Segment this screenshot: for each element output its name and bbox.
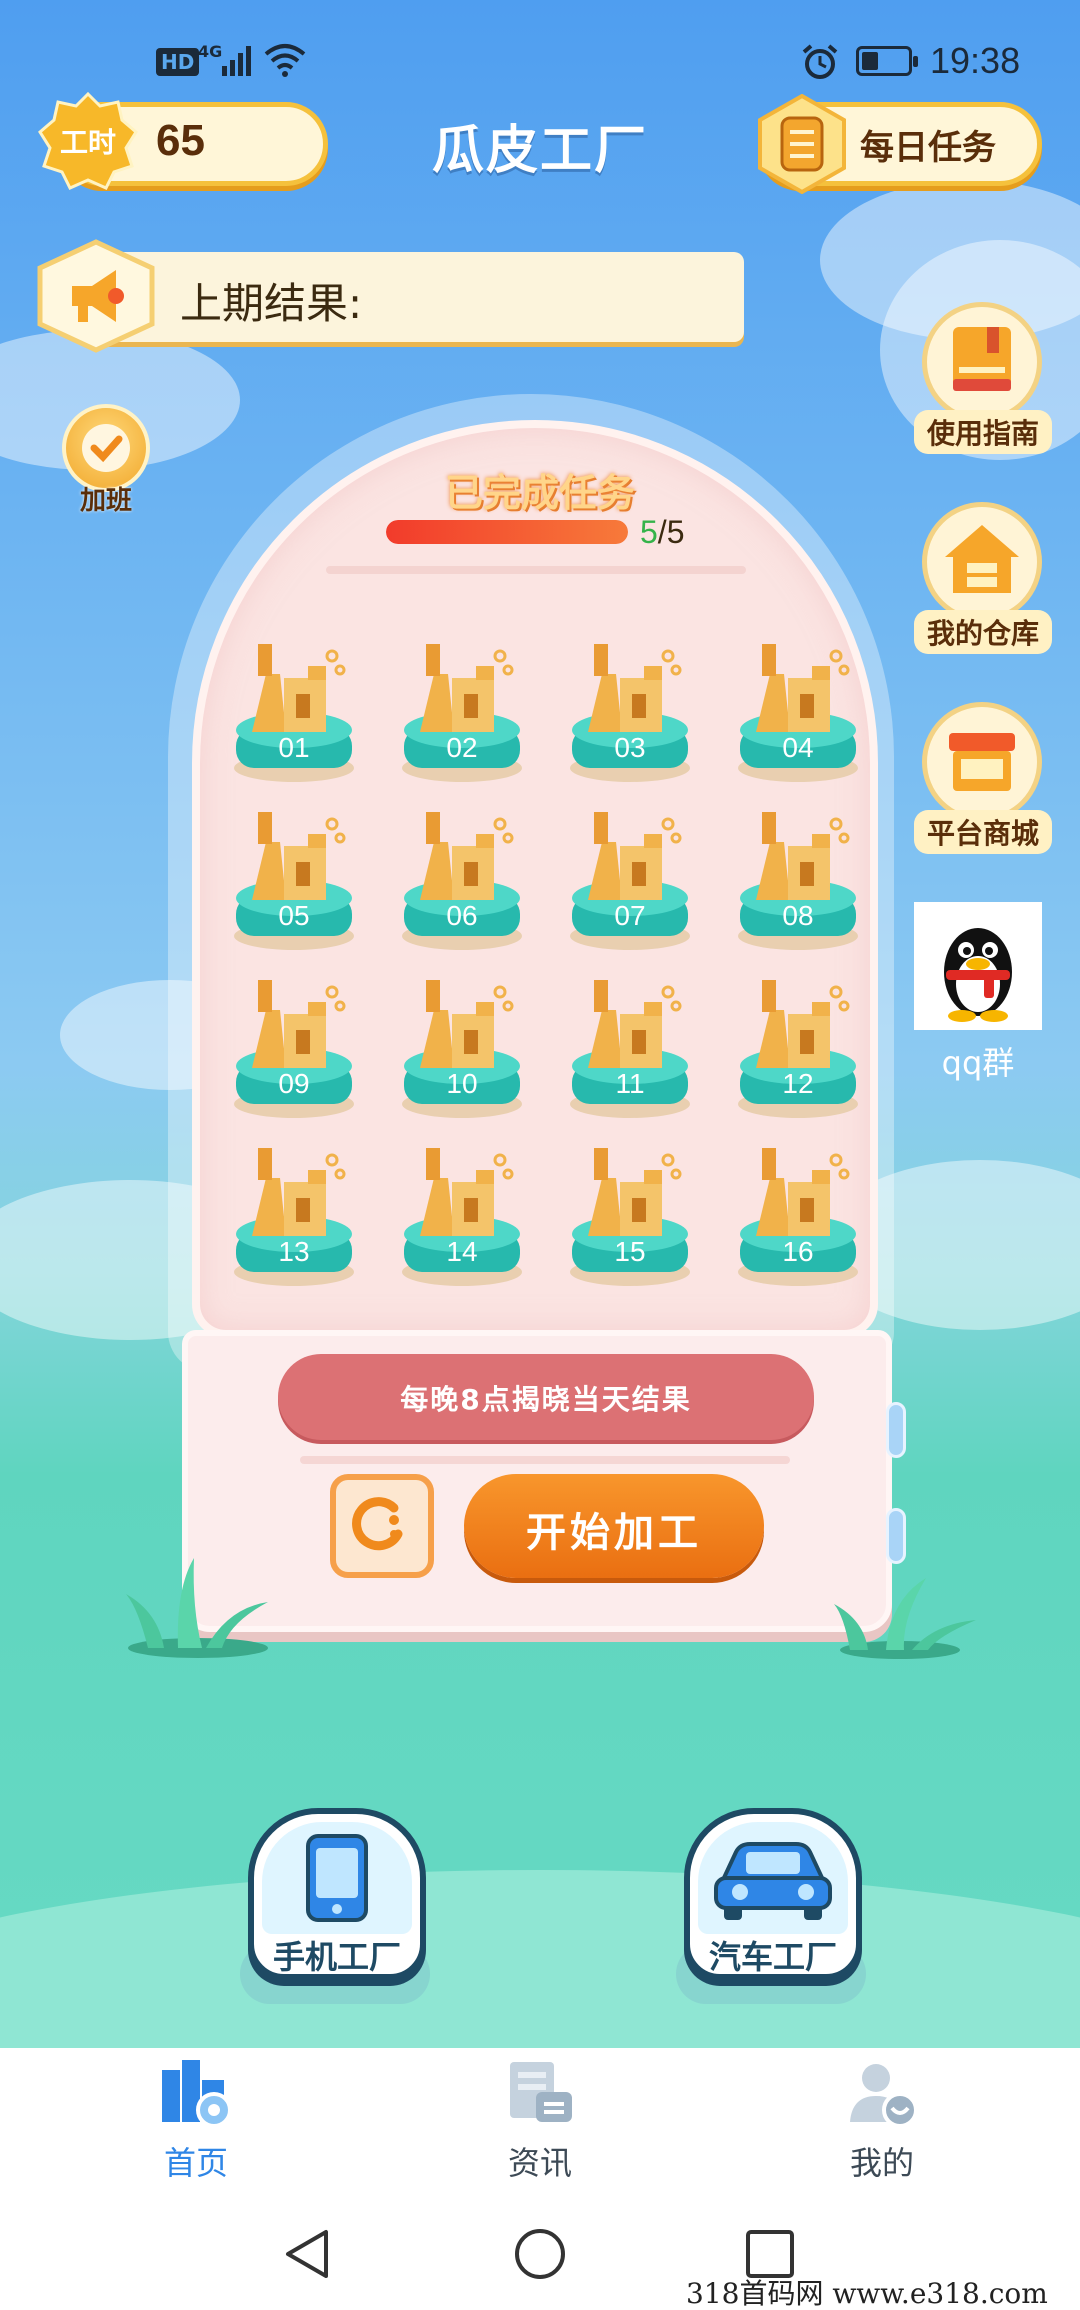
production-slot-number: 06 — [446, 900, 478, 931]
alarm-icon — [802, 44, 838, 79]
production-slot[interactable]: 01 — [226, 636, 362, 786]
production-slot[interactable]: 07 — [562, 804, 698, 954]
hd-indicator: HD — [156, 48, 200, 76]
tab-news-label: 资讯 — [507, 2144, 572, 2182]
grass-right-icon — [834, 1578, 976, 1659]
home-icon[interactable] — [512, 2226, 568, 2282]
factory-icon — [162, 2060, 232, 2128]
completed-tasks-title: 已完成任务 — [444, 471, 635, 515]
production-slot-number: 13 — [278, 1236, 310, 1267]
phone-icon — [306, 1834, 368, 1922]
tab-mine-label: 我的 — [849, 2144, 914, 2182]
production-slot-grid: 01 02 03 04 05 06 07 08 09 10 11 12 13 14 15 16 — [226, 636, 858, 1300]
battery-icon — [856, 46, 918, 76]
daily-task-label: 每日任务 — [860, 128, 996, 168]
user-icon — [850, 2064, 918, 2128]
status-bar: HD 4G 19:38 — [0, 0, 1080, 110]
production-slot[interactable]: 04 — [730, 636, 866, 786]
production-slot[interactable]: 06 — [394, 804, 530, 954]
production-slot-number: 12 — [782, 1068, 814, 1099]
production-slot-number: 16 — [782, 1236, 814, 1267]
production-slot[interactable]: 14 — [394, 1140, 530, 1290]
production-slot[interactable]: 16 — [730, 1140, 866, 1290]
machine-knob-top — [886, 1402, 906, 1458]
car-factory-inner — [698, 1822, 848, 1934]
reveal-notice-text: 每晚8点揭晓当天结果 — [400, 1383, 692, 1416]
production-slot-number: 14 — [446, 1236, 478, 1267]
car-factory-button[interactable]: 汽车工厂 — [684, 1808, 862, 1980]
base-divider — [300, 1456, 790, 1464]
production-slot[interactable]: 15 — [562, 1140, 698, 1290]
task-progress-text: 5/5 — [640, 514, 684, 551]
warehouse-button[interactable]: 我的仓库 — [914, 502, 1052, 654]
car-icon — [714, 1842, 832, 1920]
dome-divider — [326, 566, 746, 574]
phone-factory-button[interactable]: 手机工厂 — [248, 1808, 426, 1980]
guide-button[interactable]: 使用指南 — [914, 302, 1052, 454]
production-slot-number: 08 — [782, 900, 814, 931]
phone-factory-label: 手机工厂 — [272, 1938, 401, 1976]
tab-home-label: 首页 — [163, 2144, 228, 2182]
tab-home[interactable]: 首页 — [96, 2056, 296, 2188]
production-slot[interactable]: 08 — [730, 804, 866, 954]
production-slot-number: 05 — [278, 900, 310, 931]
production-slot[interactable]: 05 — [226, 804, 362, 954]
mall-label: 平台商城 — [914, 810, 1052, 854]
daily-task-icon — [758, 94, 846, 194]
production-slot[interactable]: 10 — [394, 972, 530, 1122]
production-slot-number: 01 — [278, 732, 310, 763]
guide-label: 使用指南 — [914, 410, 1052, 454]
production-slot[interactable]: 09 — [226, 972, 362, 1122]
warehouse-circle — [922, 502, 1042, 622]
phone-factory-card: 手机工厂 — [248, 1808, 426, 1980]
machine-knob-bottom — [886, 1508, 906, 1564]
start-processing-label: 开始加工 — [526, 1510, 702, 1556]
back-icon[interactable] — [280, 2226, 336, 2282]
production-slot-number: 10 — [446, 1068, 478, 1099]
production-slot-number: 09 — [278, 1068, 310, 1099]
wifi-icon — [264, 44, 306, 77]
tab-news[interactable]: 资讯 — [440, 2056, 640, 2188]
task-progress-bar — [386, 520, 628, 544]
megaphone-icon — [37, 239, 155, 353]
tab-mine[interactable]: 我的 — [782, 2056, 982, 2188]
production-slot-number: 15 — [614, 1236, 646, 1267]
production-slot-number: 07 — [614, 900, 646, 931]
progress-total: /5 — [657, 514, 685, 550]
guide-circle — [922, 302, 1042, 422]
production-slot[interactable]: 02 — [394, 636, 530, 786]
production-slot-number: 03 — [614, 732, 646, 763]
grass-left-icon — [126, 1558, 268, 1658]
production-slot-number: 02 — [446, 732, 478, 763]
progress-current: 5 — [640, 514, 658, 550]
production-slot[interactable]: 12 — [730, 972, 866, 1122]
mall-circle — [922, 702, 1042, 822]
refresh-icon — [352, 1497, 403, 1551]
qq-group-qrcode[interactable] — [914, 902, 1042, 1030]
signal-icon — [222, 46, 251, 76]
refresh-button[interactable] — [330, 1474, 434, 1578]
qq-penguin-icon — [944, 928, 1012, 1022]
clock: 19:38 — [930, 40, 1021, 81]
qq-group-label: qq群 — [941, 1044, 1015, 1082]
task-progress-fill — [386, 520, 628, 544]
car-factory-label: 汽车工厂 — [708, 1938, 837, 1976]
network-type: 4G — [198, 42, 223, 61]
production-slot[interactable]: 03 — [562, 636, 698, 786]
production-slot[interactable]: 11 — [562, 972, 698, 1122]
phone-factory-inner — [262, 1822, 412, 1934]
news-icon — [510, 2062, 572, 2122]
production-slot[interactable]: 13 — [226, 1140, 362, 1290]
guide-book-icon — [953, 327, 1011, 391]
car-factory-card: 汽车工厂 — [684, 1808, 862, 1980]
warehouse-label: 我的仓库 — [914, 610, 1052, 654]
production-slot-number: 11 — [615, 1068, 645, 1099]
production-slot-number: 04 — [782, 732, 814, 763]
house-icon — [945, 525, 1019, 593]
watermark: 318首码网 www.e318.com — [686, 2277, 1048, 2310]
last-result-label: 上期结果: — [180, 279, 363, 328]
shop-icon — [949, 733, 1015, 791]
mall-button[interactable]: 平台商城 — [914, 702, 1052, 854]
